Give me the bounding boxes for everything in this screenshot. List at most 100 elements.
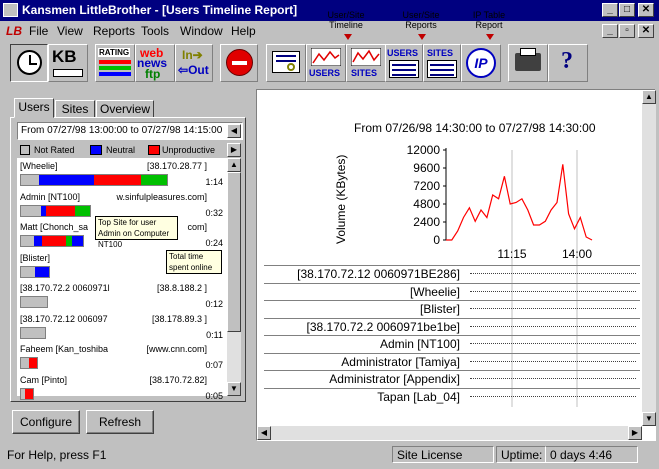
scroll-up-arrow[interactable]: ▲	[227, 158, 241, 172]
hscroll-left-arrow[interactable]: ◀	[257, 426, 271, 440]
web-news-ftp-button[interactable]: web news ftp	[135, 44, 175, 82]
status-uptime-label: Uptime:	[496, 446, 546, 463]
user-name: [Wheelie]	[20, 161, 58, 171]
host-divider	[264, 335, 640, 336]
scroll-thumb[interactable]	[227, 172, 241, 332]
host-label[interactable]: [Blister]	[264, 302, 460, 316]
host-label[interactable]: Admin [NT100]	[264, 337, 460, 351]
in-out-button[interactable]: In➔ ⇦Out	[175, 44, 213, 82]
users-report-label: USERS	[387, 48, 419, 58]
user-time: 0:05	[205, 390, 223, 401]
menu-help[interactable]: Help	[231, 24, 256, 38]
user-list: [Wheelie] [38.170.28.77 ] 1:14 Admin [NT100…	[17, 158, 227, 401]
host-label[interactable]: Tapan [Lab_04]	[264, 390, 460, 404]
minimize-button[interactable]: _	[602, 3, 618, 17]
user-top-site: [www.cnn.com]	[146, 344, 207, 354]
host-label[interactable]: [Wheelie]	[264, 285, 460, 299]
configure-button[interactable]: Configure	[12, 410, 80, 434]
user-activity-bar[interactable]	[20, 174, 168, 186]
rating-bar-icon	[99, 72, 131, 76]
users-timeline-button[interactable]: USERS	[306, 44, 346, 82]
rating-bar-icon	[99, 60, 131, 64]
user-time: 1:14	[205, 177, 223, 187]
refresh-button[interactable]: Refresh	[86, 410, 154, 434]
app-icon[interactable]	[3, 3, 18, 17]
child-minimize-button[interactable]: _	[602, 24, 618, 38]
report-list-icon	[427, 60, 457, 78]
user-time: 0:07	[205, 360, 223, 370]
vscroll-up-arrow[interactable]: ▲	[642, 90, 656, 104]
menu-tools[interactable]: Tools	[141, 24, 169, 38]
stop-button[interactable]	[220, 44, 258, 82]
host-timeline	[470, 325, 636, 328]
bar-segment	[21, 266, 35, 277]
host-label[interactable]: [38.170.72.12 0060971BE286]	[264, 267, 460, 281]
scroll-down-arrow[interactable]: ▼	[227, 382, 241, 396]
y-tick-label: 4800	[413, 197, 440, 211]
vscroll-down-arrow[interactable]: ▼	[642, 412, 656, 426]
rating-button[interactable]: RATING	[95, 44, 135, 82]
bar-segment	[94, 175, 141, 185]
print-button[interactable]	[508, 44, 548, 82]
range-text: From 07/27/98 13:00:00 to 07/27/98 14:15…	[21, 125, 223, 136]
user-activity-bar[interactable]	[20, 387, 34, 400]
tab-overview[interactable]: Overview	[96, 100, 154, 118]
help-button[interactable]: ?	[548, 44, 588, 82]
user-activity-bar[interactable]	[20, 357, 38, 369]
user-activity-bar[interactable]	[20, 326, 46, 339]
bar-segment	[42, 236, 66, 246]
user-activity-bar[interactable]	[20, 296, 48, 308]
host-divider	[264, 387, 640, 389]
host-timeline	[470, 378, 636, 380]
host-timeline	[470, 290, 636, 293]
host-label[interactable]: [38.170.72.2 0060971be1be]	[264, 320, 460, 334]
sites-report-button[interactable]: SITES	[423, 44, 461, 82]
menu-view[interactable]: View	[57, 24, 83, 38]
legend-swatch-not-rated	[20, 145, 30, 155]
clock-button[interactable]	[10, 44, 48, 82]
menu-file[interactable]: File	[29, 24, 48, 38]
callout-iptable: IP Table Report	[472, 10, 506, 30]
bar-segment	[21, 327, 45, 338]
search-report-button[interactable]	[266, 44, 306, 82]
ip-table-button[interactable]: IP	[461, 44, 501, 82]
kb-button[interactable]: KB	[48, 44, 88, 82]
y-tick-label: 0	[433, 233, 440, 247]
user-top-site: [38.170.72.82]	[149, 374, 207, 385]
user-activity-bar[interactable]	[20, 235, 84, 247]
report-vscroll[interactable]: ▲ ▼	[642, 90, 656, 426]
status-help: For Help, press F1	[7, 448, 107, 462]
user-time: 0:32	[205, 207, 223, 218]
bar-segment	[46, 205, 75, 216]
range-left-arrow[interactable]: ◀	[227, 124, 241, 138]
close-button[interactable]: ✕	[638, 3, 654, 17]
bar-segment	[21, 175, 39, 185]
child-restore-button[interactable]: ▫	[619, 24, 635, 38]
menu-reports[interactable]: Reports	[93, 24, 135, 38]
range-right-arrow[interactable]: ▶	[227, 143, 241, 157]
tab-users[interactable]: Users	[14, 98, 54, 118]
user-activity-bar[interactable]	[20, 265, 50, 278]
window-title: Kansmen LittleBrother - [Users Timeline …	[22, 3, 298, 17]
user-list-scrollbar[interactable]: ▲ ▼	[227, 158, 241, 396]
y-tick-label: 2400	[413, 215, 440, 229]
total-time-tooltip: Total time spent online	[166, 250, 222, 274]
users-report-button[interactable]: USERS	[385, 44, 423, 82]
menu-window[interactable]: Window	[180, 24, 223, 38]
host-divider	[264, 300, 640, 301]
callout-arrow-icon	[486, 34, 494, 40]
maximize-button[interactable]: □	[619, 3, 635, 17]
report-hscroll[interactable]: ◀ ▶	[257, 426, 642, 440]
user-activity-bar[interactable]	[20, 204, 91, 217]
keyboard-icon	[53, 69, 83, 77]
hscroll-right-arrow[interactable]: ▶	[628, 426, 642, 440]
host-timeline	[470, 343, 636, 345]
host-label[interactable]: Administrator [Appendix]	[264, 372, 460, 386]
host-label[interactable]: Administrator [Tamiya]	[264, 355, 460, 369]
tab-sites[interactable]: Sites	[55, 100, 95, 118]
line-chart-icon	[351, 48, 381, 66]
y-tick-label: 12000	[407, 143, 441, 157]
sites-timeline-button[interactable]: SITES	[346, 44, 386, 82]
child-close-button[interactable]: ✕	[638, 24, 654, 38]
host-timeline	[470, 360, 636, 363]
